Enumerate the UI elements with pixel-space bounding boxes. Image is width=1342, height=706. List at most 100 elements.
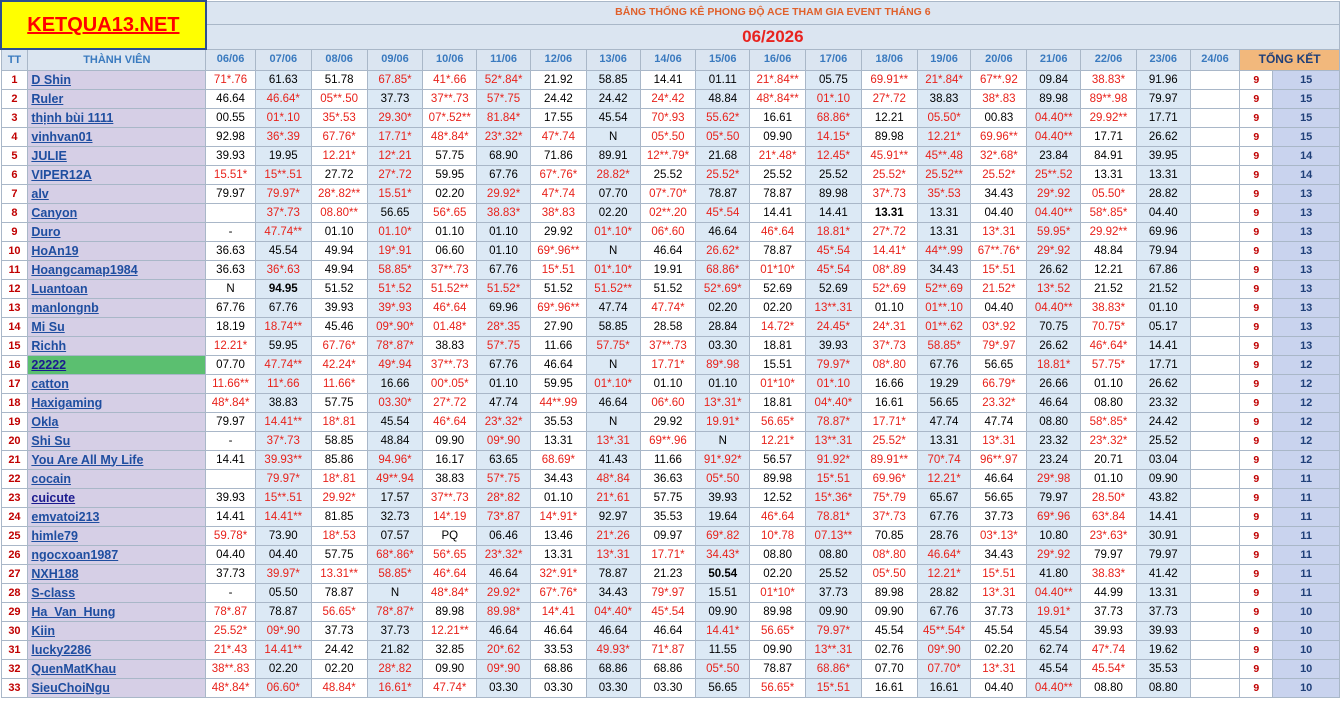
result-cell[interactable]: 58.85* [916, 336, 972, 356]
result-cell[interactable]: 34.43 [970, 184, 1028, 204]
result-cell[interactable]: 56.57 [749, 450, 806, 470]
result-cell[interactable]: 28.82 [1135, 184, 1191, 204]
result-cell[interactable]: 09.97 [639, 526, 697, 546]
result-cell[interactable]: 15.51 [749, 355, 806, 375]
result-cell[interactable]: 46*.64 [422, 412, 478, 432]
result-cell[interactable]: 13.31 [1135, 583, 1191, 603]
result-cell[interactable]: 45.54 [366, 412, 424, 432]
result-cell[interactable]: 35*.53 [310, 108, 368, 128]
result-cell[interactable]: 21*.48* [749, 146, 806, 166]
result-cell[interactable]: 45*.54 [805, 241, 862, 261]
result-cell[interactable]: 89.98* [476, 602, 531, 622]
result-cell[interactable]: 59.95 [422, 165, 478, 185]
result-cell[interactable]: 02.20 [695, 298, 751, 318]
result-cell[interactable]: 27*.72 [860, 89, 918, 109]
result-cell[interactable]: 01.10 [310, 222, 368, 242]
result-cell[interactable]: 28*.82 [366, 659, 424, 679]
result-cell[interactable]: 35.53 [1135, 659, 1191, 679]
result-cell[interactable] [1189, 659, 1241, 679]
result-cell[interactable]: 15.51 [695, 583, 751, 603]
result-cell[interactable]: 01.10* [366, 222, 424, 242]
result-cell[interactable]: 17.57 [366, 488, 424, 508]
result-cell[interactable]: 89.91** [860, 450, 918, 470]
result-cell[interactable] [1189, 279, 1241, 299]
result-cell[interactable]: 67.76 [916, 355, 972, 375]
result-cell[interactable]: 26.62 [1135, 374, 1191, 394]
result-cell[interactable]: 89.98 [805, 184, 862, 204]
member-name-link[interactable]: D Shin [27, 70, 207, 90]
result-cell[interactable]: 02**.20 [639, 203, 697, 223]
result-cell[interactable]: 00.55 [205, 108, 256, 128]
result-cell[interactable]: 29*.92 [1026, 241, 1082, 261]
result-cell[interactable]: 45.54* [1080, 659, 1137, 679]
result-cell[interactable]: 41.80 [1026, 564, 1082, 584]
result-cell[interactable]: 46.64 [476, 621, 531, 641]
result-cell[interactable]: 27*.72 [860, 222, 918, 242]
result-cell[interactable]: 13.31 [916, 222, 972, 242]
result-cell[interactable]: 01.10 [476, 222, 531, 242]
result-cell[interactable]: 05.50* [1080, 184, 1137, 204]
result-cell[interactable]: 69*.96 [1026, 507, 1082, 527]
result-cell[interactable]: 67*.76* [529, 165, 587, 185]
result-cell[interactable]: 50.54 [695, 564, 751, 584]
result-cell[interactable]: 71*.76 [205, 70, 256, 90]
result-cell[interactable]: 15**.51 [254, 165, 312, 185]
member-name-link[interactable]: cuicute [27, 488, 207, 508]
result-cell[interactable]: 05.17 [1135, 317, 1191, 337]
result-cell[interactable] [1189, 298, 1241, 318]
result-cell[interactable]: 12**.79* [639, 146, 697, 166]
result-cell[interactable]: 46.64 [205, 89, 256, 109]
result-cell[interactable]: 25.52 [1135, 431, 1191, 451]
result-cell[interactable]: 02.20 [749, 564, 806, 584]
result-cell[interactable]: 48.84* [310, 678, 368, 698]
result-cell[interactable]: 30.91 [1135, 526, 1191, 546]
result-cell[interactable]: 37*.73 [860, 184, 918, 204]
result-cell[interactable] [1189, 89, 1241, 109]
result-cell[interactable] [1189, 678, 1241, 698]
result-cell[interactable]: 29.92 [639, 412, 697, 432]
result-cell[interactable] [1189, 545, 1241, 565]
result-cell[interactable]: 23*.32* [476, 412, 531, 432]
result-cell[interactable]: 58.85* [366, 260, 424, 280]
result-cell[interactable]: 13.31 [1135, 165, 1191, 185]
result-cell[interactable]: 46.64 [970, 469, 1028, 489]
result-cell[interactable]: 13*.31 [970, 431, 1028, 451]
result-cell[interactable]: 39.95 [1135, 146, 1191, 166]
result-cell[interactable]: 19.64 [695, 507, 751, 527]
result-cell[interactable]: 79.97* [254, 469, 312, 489]
result-cell[interactable]: 38.83* [1080, 298, 1137, 318]
result-cell[interactable]: 13.46 [529, 526, 587, 546]
result-cell[interactable]: 12.21 [860, 108, 918, 128]
result-cell[interactable]: 78.87 [749, 241, 806, 261]
result-cell[interactable]: 38**.83 [205, 659, 256, 679]
result-cell[interactable]: 45*.54 [639, 602, 697, 622]
result-cell[interactable]: 09.90 [422, 431, 478, 451]
result-cell[interactable]: 01.10 [422, 222, 478, 242]
result-cell[interactable]: 47.74* [422, 678, 478, 698]
result-cell[interactable]: N [585, 355, 641, 375]
result-cell[interactable]: 05*.50 [695, 659, 751, 679]
result-cell[interactable]: 21.68 [695, 146, 751, 166]
result-cell[interactable]: 56.65 [916, 393, 972, 413]
result-cell[interactable]: 68.69* [529, 450, 587, 470]
member-name-link[interactable]: Ha_Van_Hung [27, 602, 207, 622]
result-cell[interactable]: 46*.64 [749, 222, 806, 242]
result-cell[interactable]: 18*.81 [310, 469, 368, 489]
member-name-link[interactable]: Mi Su [27, 317, 207, 337]
result-cell[interactable]: 11.66** [205, 374, 256, 394]
result-cell[interactable]: 41.42 [1135, 564, 1191, 584]
result-cell[interactable]: 24.45* [805, 317, 862, 337]
result-cell[interactable]: 14*.19 [422, 507, 478, 527]
result-cell[interactable]: 38.83* [1080, 70, 1137, 90]
result-cell[interactable]: 29*.98 [1026, 469, 1082, 489]
result-cell[interactable]: 67.76 [476, 355, 531, 375]
member-name-link[interactable]: S-class [27, 583, 207, 603]
result-cell[interactable]: 06*.60 [639, 393, 697, 413]
result-cell[interactable]: 37*.73 [254, 203, 312, 223]
result-cell[interactable]: 27.72 [310, 165, 368, 185]
result-cell[interactable]: 78.81* [805, 507, 862, 527]
result-cell[interactable]: 23*.32* [1080, 431, 1137, 451]
result-cell[interactable]: 59.78* [205, 526, 256, 546]
result-cell[interactable]: 21.52 [1135, 279, 1191, 299]
result-cell[interactable]: 09.90 [749, 640, 806, 660]
